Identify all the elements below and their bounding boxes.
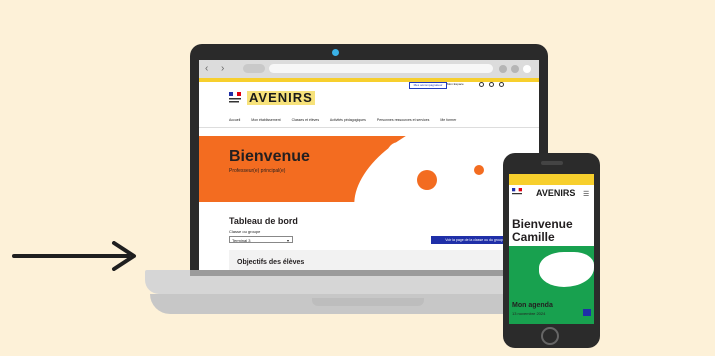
laptop-touchpad-notch	[312, 298, 424, 306]
phone-home-button[interactable]	[541, 327, 559, 345]
menu-item[interactable]: Personnes ressources et services	[377, 118, 430, 122]
hero-subtitle: Professeur(e) principal(e)	[229, 168, 286, 174]
profile-icon[interactable]	[499, 82, 504, 87]
back-icon[interactable]: ‹	[205, 63, 208, 75]
top-banner	[199, 78, 539, 82]
menu-item[interactable]: Classes et élèves	[292, 118, 319, 122]
tab-pill[interactable]	[243, 64, 265, 73]
welcome-name: Camille	[512, 230, 555, 244]
forward-icon[interactable]: ›	[221, 63, 224, 75]
arrow-right-icon	[112, 241, 136, 271]
menu-item[interactable]: Mon établissement	[251, 118, 280, 122]
phone-screen: AVENIRS ☰ Bienvenue Camille Mon agenda 1…	[509, 174, 594, 324]
phone-top-banner	[509, 174, 594, 185]
menu-icon[interactable]: ☰	[583, 190, 589, 198]
menu-item[interactable]: Activités pédagogiques	[330, 118, 366, 122]
hero-title: Bienvenue	[229, 148, 310, 165]
class-select[interactable]: Terminal 3 ▾	[229, 236, 293, 243]
phone-welcome: Bienvenue Camille	[512, 218, 573, 244]
avenirs-logo[interactable]: AVENIRS	[247, 91, 315, 105]
menu-item[interactable]: Me former	[440, 118, 456, 122]
objectives-title: Objectifs des élèves	[237, 259, 305, 266]
class-select-label: Classe ou groupe	[229, 229, 261, 234]
republique-francaise-logo	[229, 92, 241, 103]
laptop-screen: ‹ › Mes accompagnateur Mon Espace AVENIR…	[199, 60, 539, 274]
main-menu: Accueil Mon établissement Classes et élè…	[229, 118, 529, 126]
notification-icon[interactable]	[479, 82, 484, 87]
account-menu[interactable]: Mon Espace	[447, 82, 473, 87]
browser-toolbar: ‹ ›	[199, 60, 539, 78]
menu-item[interactable]: Accueil	[229, 118, 240, 122]
dashboard-title: Tableau de bord	[229, 216, 298, 226]
chevron-down-icon: ▾	[286, 238, 289, 243]
accompanist-link[interactable]: Mes accompagnateur	[409, 82, 447, 89]
laptop-hinge	[190, 270, 548, 276]
settings-icon[interactable]	[489, 82, 494, 87]
avenirs-logo[interactable]: AVENIRS	[536, 188, 575, 198]
url-bar[interactable]	[269, 64, 493, 73]
window-control[interactable]	[511, 65, 519, 73]
webcam	[332, 49, 339, 56]
agenda-date: 13 novembre 2024	[512, 311, 546, 316]
phone-speaker	[541, 161, 563, 165]
republique-francaise-logo	[512, 188, 522, 195]
agenda-title: Mon agenda	[512, 302, 553, 309]
divider	[199, 127, 539, 128]
agenda-next-button[interactable]	[583, 309, 591, 316]
class-select-value: Terminal 3	[232, 238, 251, 243]
window-control[interactable]	[523, 65, 531, 73]
hero-banner: Bienvenue Professeur(e) principal(e)	[199, 136, 539, 202]
window-control[interactable]	[499, 65, 507, 73]
